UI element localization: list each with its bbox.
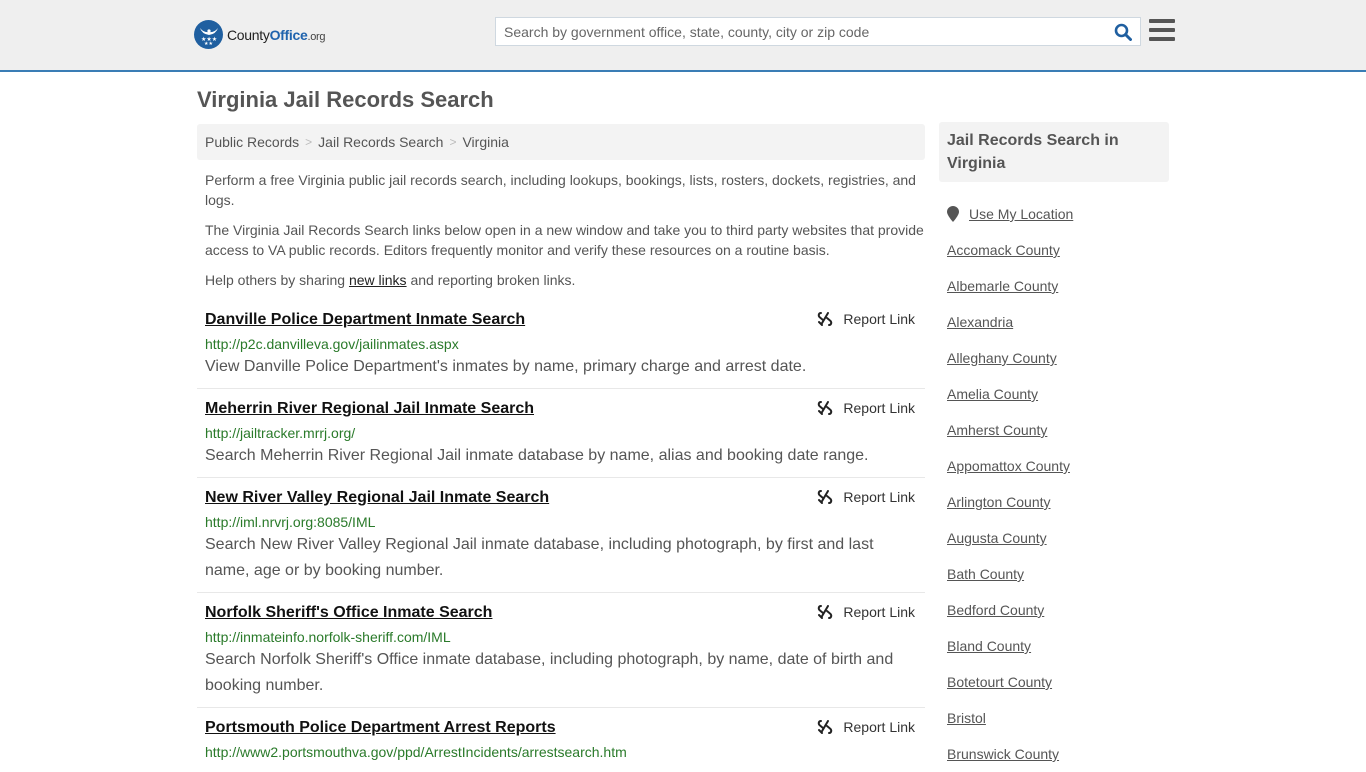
broken-link-icon (818, 312, 833, 326)
sidebar-county-link[interactable]: Alleghany County (947, 350, 1057, 366)
sidebar: Jail Records Search in Virginia Use My L… (939, 122, 1169, 772)
report-link-label: Report Link (843, 311, 915, 327)
sidebar-county-link[interactable]: Bristol (947, 710, 986, 726)
sidebar-county-link[interactable]: Brunswick County (947, 746, 1059, 762)
report-link-label: Report Link (843, 719, 915, 735)
sidebar-item: Albemarle County (939, 268, 1169, 304)
result-url[interactable]: http://www2.portsmouthva.gov/ppd/ArrestI… (205, 743, 917, 761)
breadcrumb-separator: > (449, 135, 457, 149)
result-description: Search Norfolk Sheriff's Office inmate d… (205, 651, 894, 694)
result-item: New River Valley Regional Jail Inmate Se… (197, 478, 925, 593)
search-input[interactable] (496, 18, 1106, 45)
site-logo[interactable]: ★★★ ★★ CountyOffice.org (194, 20, 326, 49)
report-link-button[interactable]: Report Link (817, 719, 915, 735)
search-icon (1114, 23, 1132, 41)
result-url[interactable]: http://inmateinfo.norfolk-sheriff.com/IM… (205, 628, 917, 646)
search-button[interactable] (1106, 18, 1140, 45)
report-link-button[interactable]: Report Link (817, 489, 915, 505)
sidebar-item: Arlington County (939, 484, 1169, 520)
result-title-link[interactable]: Danville Police Department Inmate Search (205, 310, 525, 330)
result-item: Meherrin River Regional Jail Inmate Sear… (197, 389, 925, 478)
page-title: Virginia Jail Records Search (197, 87, 494, 112)
use-my-location-link[interactable]: Use My Location (969, 206, 1073, 222)
breadcrumb-virginia[interactable]: Virginia (462, 134, 508, 150)
result-url[interactable]: http://p2c.danvilleva.gov/jailinmates.as… (205, 335, 917, 353)
broken-link-icon (818, 720, 833, 734)
sidebar-item: Alleghany County (939, 340, 1169, 376)
sidebar-county-link[interactable]: Bland County (947, 638, 1031, 654)
result-item: Portsmouth Police Department Arrest Repo… (197, 708, 925, 769)
logo-text: CountyOffice.org (227, 26, 326, 43)
sidebar-heading: Jail Records Search in Virginia (939, 122, 1169, 182)
report-link-label: Report Link (843, 489, 915, 505)
location-pin-icon (947, 206, 959, 222)
svg-text:★★: ★★ (204, 41, 213, 45)
broken-link-icon (818, 401, 833, 415)
breadcrumb-public-records[interactable]: Public Records (205, 134, 299, 150)
result-url[interactable]: http://jailtracker.mrrj.org/ (205, 424, 917, 442)
sidebar-county-link[interactable]: Bedford County (947, 602, 1044, 618)
result-title-link[interactable]: Portsmouth Police Department Arrest Repo… (205, 718, 556, 738)
result-title-link[interactable]: New River Valley Regional Jail Inmate Se… (205, 488, 549, 508)
hamburger-menu-icon[interactable] (1149, 19, 1175, 43)
sidebar-county-link[interactable]: Alexandria (947, 314, 1013, 330)
sidebar-item: Bristol (939, 700, 1169, 736)
site-header: ★★★ ★★ CountyOffice.org (0, 0, 1366, 72)
intro-paragraph: The Virginia Jail Records Search links b… (205, 222, 924, 258)
sidebar-county-link[interactable]: Appomattox County (947, 458, 1070, 474)
result-title-link[interactable]: Norfolk Sheriff's Office Inmate Search (205, 603, 492, 623)
sidebar-item: Bland County (939, 628, 1169, 664)
sidebar-county-link[interactable]: Albemarle County (947, 278, 1058, 294)
result-description: Search New River Valley Regional Jail in… (205, 536, 874, 579)
sidebar-item: Amherst County (939, 412, 1169, 448)
results-list: Danville Police Department Inmate Search… (197, 300, 925, 769)
sidebar-county-link[interactable]: Amelia County (947, 386, 1038, 402)
broken-link-icon (818, 490, 833, 504)
sidebar-county-link[interactable]: Bath County (947, 566, 1024, 582)
report-link-label: Report Link (843, 400, 915, 416)
sidebar-item: Appomattox County (939, 448, 1169, 484)
sidebar-item: Bedford County (939, 592, 1169, 628)
result-url[interactable]: http://iml.nrvrj.org:8085/IML (205, 513, 917, 531)
sidebar-item: Augusta County (939, 520, 1169, 556)
sidebar-item: Brunswick County (939, 736, 1169, 772)
new-links-link[interactable]: new links (349, 272, 407, 288)
sidebar-item: Bath County (939, 556, 1169, 592)
result-item: Danville Police Department Inmate Search… (197, 300, 925, 389)
result-item: Norfolk Sheriff's Office Inmate Search R… (197, 593, 925, 708)
breadcrumb-jail-records-search[interactable]: Jail Records Search (318, 134, 443, 150)
use-my-location: Use My Location (939, 196, 1169, 232)
report-link-button[interactable]: Report Link (817, 311, 915, 327)
sidebar-list: Use My Location Accomack County Albemarle… (939, 196, 1169, 772)
sidebar-county-link[interactable]: Accomack County (947, 242, 1060, 258)
broken-link-icon (818, 605, 833, 619)
breadcrumb: Public Records > Jail Records Search > V… (197, 124, 925, 160)
sidebar-item: Alexandria (939, 304, 1169, 340)
result-description: Search Meherrin River Regional Jail inma… (205, 447, 869, 464)
sidebar-county-link[interactable]: Augusta County (947, 530, 1047, 546)
sidebar-county-link[interactable]: Arlington County (947, 494, 1051, 510)
sidebar-item: Amelia County (939, 376, 1169, 412)
report-link-button[interactable]: Report Link (817, 604, 915, 620)
eagle-logo-icon: ★★★ ★★ (194, 20, 223, 49)
report-link-label: Report Link (843, 604, 915, 620)
result-title-link[interactable]: Meherrin River Regional Jail Inmate Sear… (205, 399, 534, 419)
sidebar-item: Accomack County (939, 232, 1169, 268)
report-link-button[interactable]: Report Link (817, 400, 915, 416)
breadcrumb-separator: > (305, 135, 313, 149)
intro-paragraph: Perform a free Virginia public jail reco… (205, 172, 916, 208)
search-box (495, 17, 1141, 46)
sidebar-county-link[interactable]: Amherst County (947, 422, 1047, 438)
result-description: View Danville Police Department's inmate… (205, 358, 807, 375)
intro-paragraph: Help others by sharing new links and rep… (205, 272, 576, 288)
intro-text: Perform a free Virginia public jail reco… (205, 170, 925, 300)
sidebar-county-link[interactable]: Botetourt County (947, 674, 1052, 690)
sidebar-item: Botetourt County (939, 664, 1169, 700)
